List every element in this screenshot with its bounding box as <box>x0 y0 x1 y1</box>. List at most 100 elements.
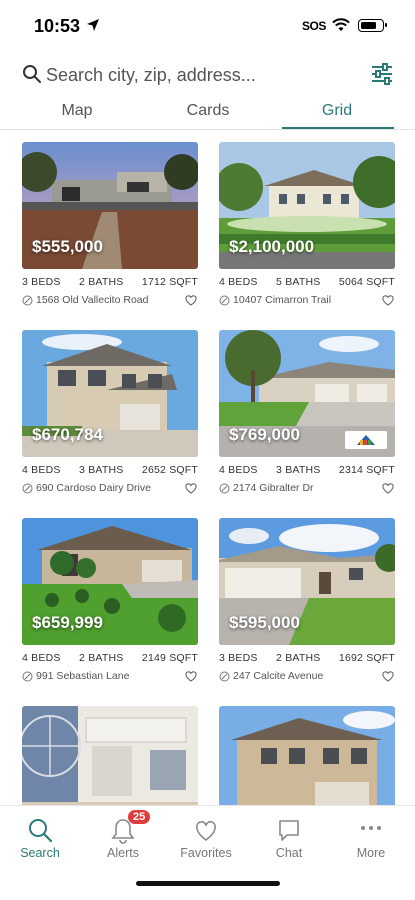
listing-address-row: 1568 Old Vallecito Road <box>22 293 198 309</box>
listing-specs: 4 BEDS 5 BATHS 5064 SQFT <box>219 276 395 288</box>
beds-count: 4 BEDS <box>22 464 61 476</box>
baths-count: 3 BATHS <box>79 464 124 476</box>
location-pin-icon <box>219 483 230 494</box>
view-tabs: Map Cards Grid <box>0 98 415 130</box>
nav-search-label: Search <box>20 846 60 860</box>
listing-specs: 4 BEDS 3 BATHS 2314 SQFT <box>219 464 395 476</box>
search-icon <box>23 65 41 83</box>
listing-card[interactable]: $769,000 4 BEDS 3 BATHS 2314 SQFT 2174 G… <box>219 330 395 500</box>
listing-grid[interactable]: $555,000 3 BEDS 2 BATHS 1712 SQFT 1568 O… <box>0 142 415 805</box>
favorite-heart-icon[interactable] <box>184 293 198 307</box>
location-pin-icon <box>22 671 33 682</box>
search-input[interactable] <box>46 58 356 92</box>
beds-count: 4 BEDS <box>219 464 258 476</box>
listing-photo[interactable]: $659,999 <box>22 518 198 645</box>
search-bar <box>0 58 415 94</box>
listing-address-row: 991 Sebastian Lane <box>22 669 198 685</box>
listing-address-row: 2174 Gibralter Dr <box>219 481 395 497</box>
favorite-heart-icon[interactable] <box>381 293 395 307</box>
listing-address: 991 Sebastian Lane <box>36 670 130 682</box>
filter-sliders-icon[interactable] <box>370 62 394 86</box>
listing-card[interactable] <box>22 706 198 805</box>
nav-alerts-label: Alerts <box>107 846 139 860</box>
location-pin-icon <box>22 483 33 494</box>
listing-card[interactable] <box>219 706 395 805</box>
nav-favorites[interactable]: Favorites <box>171 816 241 860</box>
listing-photo[interactable]: $555,000 <box>22 142 198 269</box>
nav-more[interactable]: More <box>336 816 406 860</box>
sqft-value: 5064 SQFT <box>338 276 395 288</box>
beds-count: 4 BEDS <box>22 652 61 664</box>
baths-count: 2 BATHS <box>276 652 321 664</box>
brokerage-logo <box>345 431 387 449</box>
beds-count: 4 BEDS <box>219 276 258 288</box>
chat-bubble-icon <box>279 820 299 841</box>
baths-count: 2 BATHS <box>79 276 124 288</box>
sqft-value: 2149 SQFT <box>141 652 198 664</box>
listing-price: $670,784 <box>32 425 103 444</box>
listing-address: 2174 Gibralter Dr <box>233 482 314 494</box>
active-tab-indicator <box>282 127 394 129</box>
listing-price: $2,100,000 <box>229 237 315 256</box>
battery-icon <box>358 19 387 32</box>
listing-photo[interactable]: $595,000 <box>219 518 395 645</box>
listing-price: $595,000 <box>229 613 300 632</box>
nav-chat-label: Chat <box>275 846 303 860</box>
home-indicator <box>136 881 280 886</box>
more-dots-icon <box>361 826 381 830</box>
listing-specs: 3 BEDS 2 BATHS 1692 SQFT <box>219 652 395 664</box>
listing-card[interactable]: $555,000 3 BEDS 2 BATHS 1712 SQFT 1568 O… <box>22 142 198 312</box>
listing-specs: 4 BEDS 2 BATHS 2149 SQFT <box>22 652 198 664</box>
listing-photo[interactable] <box>219 706 395 805</box>
listing-address: 10407 Cimarron Trail <box>233 294 332 306</box>
nav-alerts[interactable]: 25 Alerts <box>88 810 158 860</box>
listing-address-row: 690 Cardoso Dairy Drive <box>22 481 198 497</box>
listing-card[interactable]: $670,784 4 BEDS 3 BATHS 2652 SQFT 690 Ca… <box>22 330 198 500</box>
favorite-heart-icon[interactable] <box>184 669 198 683</box>
listing-price: $769,000 <box>229 425 300 444</box>
nav-chat[interactable]: Chat <box>254 816 324 860</box>
listing-price: $555,000 <box>32 237 103 256</box>
heart-icon <box>196 820 216 841</box>
listing-address-row: 247 Calcite Avenue <box>219 669 395 685</box>
listing-address: 690 Cardoso Dairy Drive <box>36 482 151 494</box>
listing-card[interactable]: $2,100,000 4 BEDS 5 BATHS 5064 SQFT 1040… <box>219 142 395 312</box>
tab-grid[interactable]: Grid <box>287 102 387 120</box>
status-time: 10:53 <box>34 16 81 36</box>
location-pin-icon <box>22 295 33 306</box>
favorite-heart-icon[interactable] <box>381 481 395 495</box>
favorite-heart-icon[interactable] <box>381 669 395 683</box>
tab-cards[interactable]: Cards <box>158 102 258 120</box>
sqft-value: 2652 SQFT <box>141 464 198 476</box>
baths-count: 5 BATHS <box>276 276 321 288</box>
listing-specs: 4 BEDS 3 BATHS 2652 SQFT <box>22 464 198 476</box>
beds-count: 3 BEDS <box>219 652 258 664</box>
nav-search[interactable]: Search <box>5 816 75 860</box>
location-pin-icon <box>219 295 230 306</box>
sqft-value: 2314 SQFT <box>338 464 395 476</box>
listing-card[interactable]: $659,999 4 BEDS 2 BATHS 2149 SQFT 991 Se… <box>22 518 198 688</box>
tab-map[interactable]: Map <box>27 102 127 120</box>
listing-address-row: 10407 Cimarron Trail <box>219 293 395 309</box>
listing-price: $659,999 <box>32 613 103 632</box>
wifi-icon <box>332 18 350 31</box>
location-pin-icon <box>219 671 230 682</box>
listing-photo[interactable] <box>22 706 198 805</box>
search-icon <box>29 819 53 843</box>
nav-more-label: More <box>356 846 386 860</box>
sqft-value: 1692 SQFT <box>338 652 395 664</box>
carrier-label: SOS <box>302 19 326 33</box>
listing-photo[interactable]: $2,100,000 <box>219 142 395 269</box>
status-bar: 10:53 SOS <box>0 0 415 54</box>
listing-photo[interactable]: $769,000 <box>219 330 395 457</box>
baths-count: 2 BATHS <box>79 652 124 664</box>
location-arrow-icon <box>87 19 99 31</box>
listing-card[interactable]: $595,000 3 BEDS 2 BATHS 1692 SQFT 247 Ca… <box>219 518 395 688</box>
beds-count: 3 BEDS <box>22 276 61 288</box>
listing-address: 1568 Old Vallecito Road <box>36 294 149 306</box>
baths-count: 3 BATHS <box>276 464 321 476</box>
listing-photo[interactable]: $670,784 <box>22 330 198 457</box>
favorite-heart-icon[interactable] <box>184 481 198 495</box>
listing-specs: 3 BEDS 2 BATHS 1712 SQFT <box>22 276 198 288</box>
alerts-badge: 25 <box>128 810 151 824</box>
